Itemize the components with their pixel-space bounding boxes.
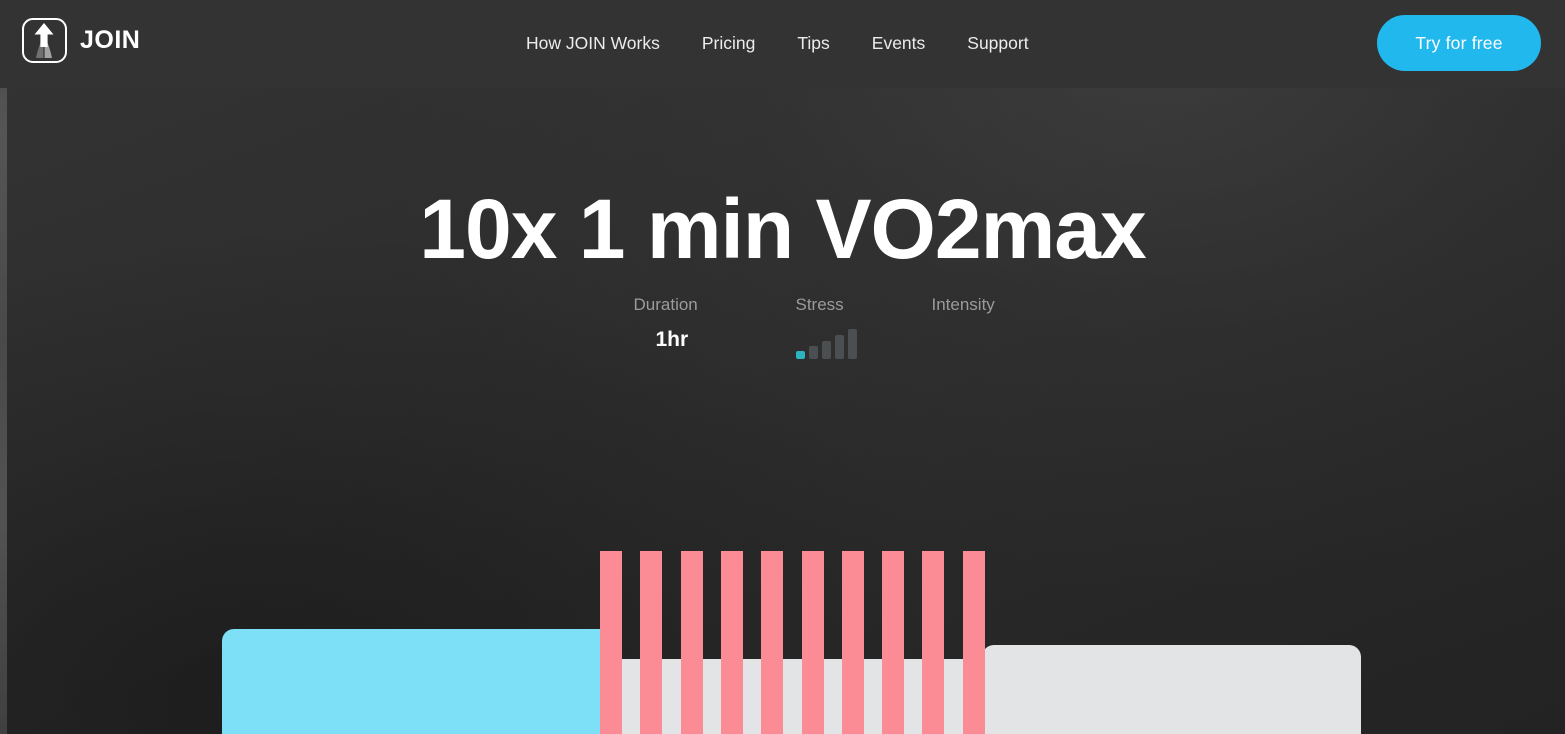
- stress-bar-5: [847, 329, 857, 359]
- meta-value-duration: 1hr: [655, 328, 689, 351]
- nav-item-support[interactable]: Support: [946, 35, 1049, 53]
- nav-item-events[interactable]: Events: [851, 35, 947, 53]
- meta-block-stress: Stress: [795, 295, 932, 359]
- page-root: JOIN How JOIN Works Pricing Tips Events Supp…: [0, 0, 1565, 734]
- try-for-free-button[interactable]: Try for free: [1377, 15, 1541, 71]
- meta-label-stress: Stress: [795, 295, 844, 314]
- meta-block-duration: Duration 1hr: [634, 296, 796, 350]
- nav-item-pricing[interactable]: Pricing: [681, 35, 777, 53]
- interval-bar-1: [600, 551, 622, 734]
- interval-bar-7: [842, 551, 864, 734]
- interval-bar-3: [681, 551, 703, 734]
- interval-bar-2: [640, 551, 662, 734]
- stress-bar-1: [795, 351, 805, 359]
- stress-bar-2: [808, 346, 818, 359]
- interval-bar-8: [882, 551, 904, 734]
- stress-level-indicator: [795, 329, 932, 359]
- join-arrow-logo-icon: [22, 18, 67, 63]
- interval-bar-6: [802, 551, 824, 734]
- brand-name: JOIN: [80, 26, 141, 54]
- workout-meta-row: Duration 1hr Stress Intensity: [0, 296, 1565, 359]
- interval-bar-5: [761, 551, 783, 734]
- recovery-block-right: [982, 645, 1361, 734]
- interval-bar-9: [922, 551, 944, 734]
- warmup-block: [222, 629, 614, 734]
- nav-item-tips[interactable]: Tips: [776, 35, 850, 53]
- brand-logo[interactable]: JOIN: [22, 18, 140, 63]
- page-title: 10x 1 min VO2max: [419, 182, 1146, 276]
- meta-label-duration: Duration: [633, 295, 698, 314]
- stress-bar-4: [834, 335, 844, 359]
- nav-item-how-join-works[interactable]: How JOIN Works: [505, 35, 681, 53]
- main-nav: How JOIN Works Pricing Tips Events Support: [505, 0, 1050, 88]
- interval-bar-4: [721, 551, 743, 734]
- site-header: JOIN How JOIN Works Pricing Tips Events Supp…: [0, 0, 1565, 88]
- interval-bar-10: [963, 551, 985, 734]
- workout-profile-chart: [0, 0, 1565, 734]
- stress-bar-3: [821, 341, 831, 359]
